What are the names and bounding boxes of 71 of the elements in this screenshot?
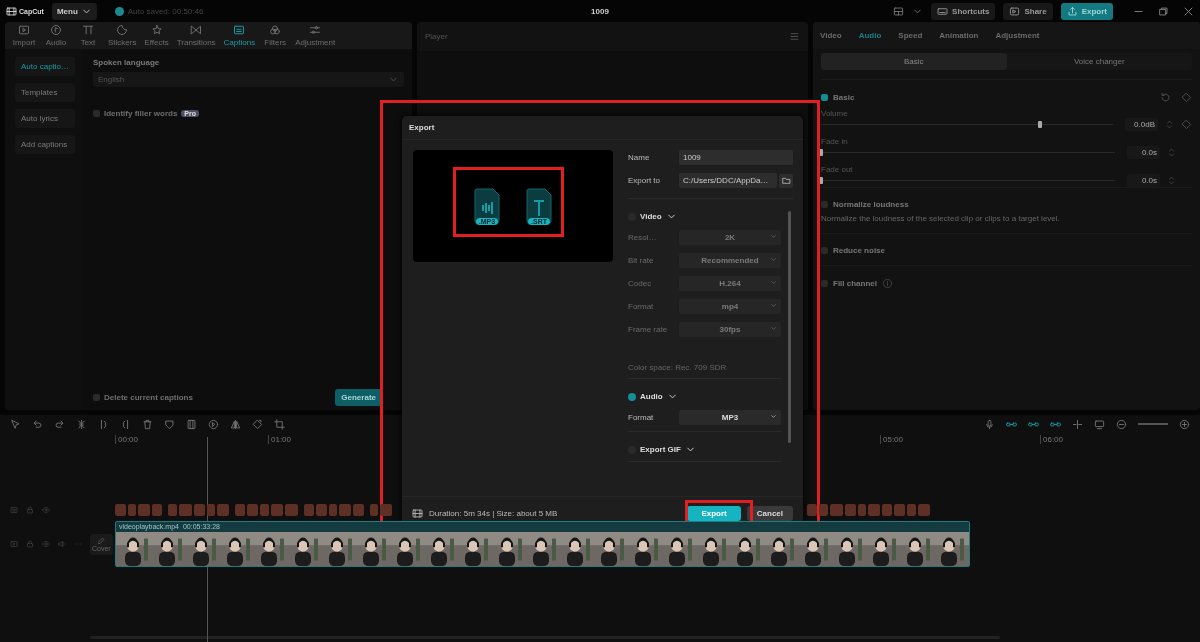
panel-title: Player [425, 32, 448, 41]
inspector-tab[interactable]: Video [820, 31, 842, 40]
dropdown-value: Recommended [701, 256, 759, 265]
media-tab[interactable]: Text [73, 22, 103, 49]
section-title: Audio [640, 392, 663, 401]
inspector-tab[interactable]: Animation [939, 31, 979, 40]
option-label: Fill channel [833, 279, 877, 288]
export-summary: Duration: 5m 34s | Size: about 5 MB [429, 509, 558, 518]
dropdown[interactable]: H.264 [679, 276, 781, 291]
dropdown-value: MP3 [721, 413, 739, 422]
field-label: Name [628, 153, 651, 162]
dropdown[interactable]: MP3 [679, 410, 781, 425]
text-field[interactable]: 1009 [679, 150, 793, 165]
sidebar-item[interactable]: Templates [15, 83, 75, 102]
dropdown[interactable]: 2K [679, 230, 781, 245]
media-tab[interactable]: Audio [41, 22, 71, 49]
field-label: Export to [628, 176, 661, 185]
segment-tab[interactable]: Voice changer [1006, 53, 1192, 70]
media-tab[interactable]: Captions [220, 22, 259, 49]
dropdown-value: 30fps [719, 325, 741, 334]
value-field[interactable]: 0.0s [1127, 174, 1160, 187]
media-tab[interactable]: Import [9, 22, 39, 49]
section-title: Video [640, 212, 662, 221]
option-label: Normalize loudness [833, 200, 909, 209]
dropdown-value: 2K [724, 233, 736, 242]
generate-button[interactable]: Generate [335, 389, 382, 406]
dialog-title: Export [402, 116, 803, 140]
dropdown-value: mp4 [721, 302, 739, 311]
toolbar-button[interactable]: Shortcuts [931, 2, 996, 20]
time-label: 05:00 [880, 435, 904, 444]
sidebar-item[interactable]: Add captions [15, 135, 75, 154]
time-label: 00:00 [115, 435, 139, 444]
sidebar-item[interactable]: Auto lyrics [15, 109, 75, 128]
project-title: 1009 [591, 6, 609, 16]
text-field[interactable]: C:/Users/DDC/AppDa… [679, 173, 777, 188]
dropdown-value: H.264 [719, 279, 741, 288]
field-label: Resol… [628, 233, 658, 242]
value-field[interactable]: 0.0s [1127, 146, 1160, 159]
sidebar-item[interactable]: Auto captio… [15, 57, 75, 76]
inspector-tab[interactable]: Audio [858, 31, 882, 40]
checkbox-label: Delete current captions [104, 393, 193, 402]
section-title: Export GIF [640, 445, 681, 454]
time-label: 01:00 [268, 435, 292, 444]
dropdown[interactable]: mp4 [679, 299, 781, 314]
menu-button[interactable]: Menu [51, 2, 97, 20]
toolbar-button[interactable]: Export [1060, 2, 1113, 20]
time-label: 06:00 [1040, 435, 1064, 444]
field-label: Format [628, 413, 655, 422]
field-label: Format [628, 302, 655, 311]
media-tab[interactable]: Filters [260, 22, 291, 49]
field-label: Frame rate [628, 325, 669, 334]
option-label: Reduce noise [833, 246, 885, 255]
cancel-button[interactable]: Cancel [746, 506, 793, 521]
media-tab[interactable]: Stickers [105, 22, 140, 49]
value-field[interactable]: 0.0dB [1125, 118, 1158, 131]
dropdown[interactable]: Recommended [679, 253, 781, 268]
media-tab[interactable]: Transitions [173, 22, 219, 49]
option-description: Normalize the loudness of the selected clip or clips to a target level. [821, 214, 1061, 223]
inspector-tab[interactable]: Adjustment [995, 31, 1040, 40]
media-tab[interactable]: Effects [141, 22, 172, 49]
checkbox-label: Identify filler words [104, 109, 178, 118]
toolbar-button[interactable]: Share [1003, 2, 1053, 20]
field-label: Spoken language [93, 58, 161, 67]
export-button[interactable]: Export [687, 506, 741, 521]
field-label: Codec [628, 279, 653, 288]
dropdown[interactable]: 30fps [679, 322, 781, 337]
inspector-tab[interactable]: Speed [898, 31, 923, 40]
segment-tab[interactable]: Basic [821, 53, 1007, 70]
section-title: Basic [833, 93, 855, 102]
media-tab[interactable]: Adjustment [292, 22, 339, 49]
field-label: Bit rate [628, 256, 655, 265]
